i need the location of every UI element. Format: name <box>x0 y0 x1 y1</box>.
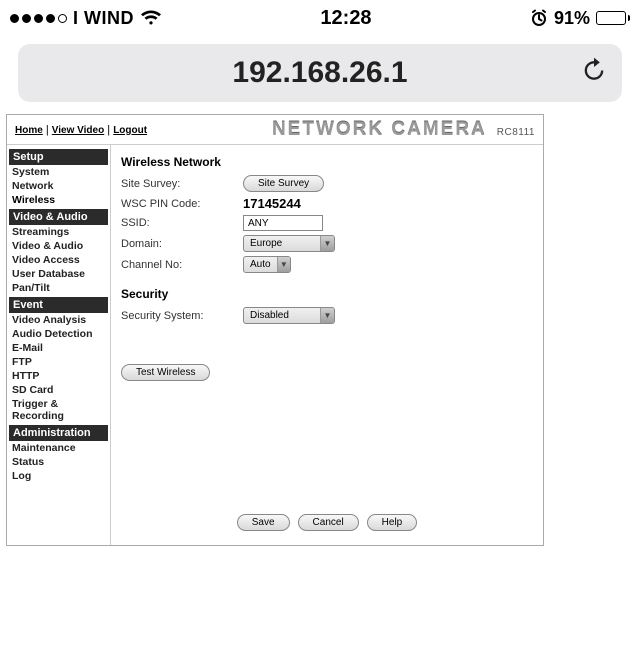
wifi-icon <box>140 10 162 26</box>
sidebar-item-maintenance[interactable]: Maintenance <box>9 441 108 455</box>
site-survey-button[interactable]: Site Survey <box>243 175 324 192</box>
sidebar: Setup System Network Wireless Video & Au… <box>7 145 111 545</box>
sidebar-item-http[interactable]: HTTP <box>9 369 108 383</box>
model-label: RC8111 <box>497 127 535 138</box>
label-wsc-pin: WSC PIN Code: <box>121 198 243 210</box>
sidebar-item-pan-tilt[interactable]: Pan/Tilt <box>9 281 108 295</box>
label-ssid: SSID: <box>121 217 243 229</box>
sidebar-item-streamings[interactable]: Streamings <box>9 225 108 239</box>
chevron-down-icon: ▼ <box>320 308 334 323</box>
battery-icon <box>596 11 630 25</box>
sidebar-cat-administration: Administration <box>9 425 108 441</box>
security-system-select[interactable]: Disabled ▼ <box>243 307 335 324</box>
page-header: Home | View Video | Logout NETWORK CAMER… <box>7 115 543 145</box>
help-button[interactable]: Help <box>367 514 418 531</box>
footer-buttons: Save Cancel Help <box>121 508 533 535</box>
sidebar-item-trigger-recording[interactable]: Trigger & Recording <box>9 397 108 423</box>
url-text: 192.168.26.1 <box>232 56 407 90</box>
label-site-survey: Site Survey: <box>121 178 243 190</box>
alarm-icon <box>530 9 548 27</box>
label-channel: Channel No: <box>121 259 243 271</box>
sidebar-item-network[interactable]: Network <box>9 179 108 193</box>
nav-logout[interactable]: Logout <box>113 125 147 136</box>
sidebar-item-ftp[interactable]: FTP <box>9 355 108 369</box>
save-button[interactable]: Save <box>237 514 290 531</box>
reload-icon[interactable] <box>580 56 608 91</box>
sidebar-item-audio-detection[interactable]: Audio Detection <box>9 327 108 341</box>
nav-view-video[interactable]: View Video <box>52 125 104 136</box>
test-wireless-button[interactable]: Test Wireless <box>121 364 210 381</box>
nav-home[interactable]: Home <box>15 125 43 136</box>
carrier-label: I WIND <box>73 8 134 29</box>
address-bar[interactable]: 192.168.26.1 <box>18 44 622 102</box>
sidebar-item-system[interactable]: System <box>9 165 108 179</box>
sidebar-item-video-audio[interactable]: Video & Audio <box>9 239 108 253</box>
wsc-pin-value: 17145244 <box>243 196 443 211</box>
ios-status-bar: I WIND 12:28 91% <box>0 0 640 36</box>
battery-percent: 91% <box>554 8 590 29</box>
embedded-page: Home | View Video | Logout NETWORK CAMER… <box>6 114 544 546</box>
page-title: NETWORK CAMERA <box>272 119 487 141</box>
main-panel: Wireless Network Site Survey: Site Surve… <box>111 145 543 545</box>
sidebar-item-wireless[interactable]: Wireless <box>9 193 108 207</box>
channel-select[interactable]: Auto ▼ <box>243 256 291 273</box>
clock: 12:28 <box>320 7 371 30</box>
sidebar-item-user-database[interactable]: User Database <box>9 267 108 281</box>
cell-signal-icon <box>10 14 67 23</box>
sidebar-item-video-analysis[interactable]: Video Analysis <box>9 313 108 327</box>
sidebar-item-status[interactable]: Status <box>9 455 108 469</box>
sidebar-item-video-access[interactable]: Video Access <box>9 253 108 267</box>
sidebar-item-sd-card[interactable]: SD Card <box>9 383 108 397</box>
sidebar-cat-event: Event <box>9 297 108 313</box>
sidebar-item-log[interactable]: Log <box>9 469 108 483</box>
cancel-button[interactable]: Cancel <box>298 514 359 531</box>
sidebar-item-email[interactable]: E-Mail <box>9 341 108 355</box>
section-wireless-network: Wireless Network <box>121 155 533 169</box>
sidebar-cat-setup: Setup <box>9 149 108 165</box>
chevron-down-icon: ▼ <box>277 257 290 272</box>
label-domain: Domain: <box>121 238 243 250</box>
section-security: Security <box>121 287 533 301</box>
sidebar-cat-video-audio: Video & Audio <box>9 209 108 225</box>
domain-select[interactable]: Europe ▼ <box>243 235 335 252</box>
label-security-system: Security System: <box>121 310 243 322</box>
ssid-input[interactable] <box>243 215 323 231</box>
chevron-down-icon: ▼ <box>320 236 334 251</box>
